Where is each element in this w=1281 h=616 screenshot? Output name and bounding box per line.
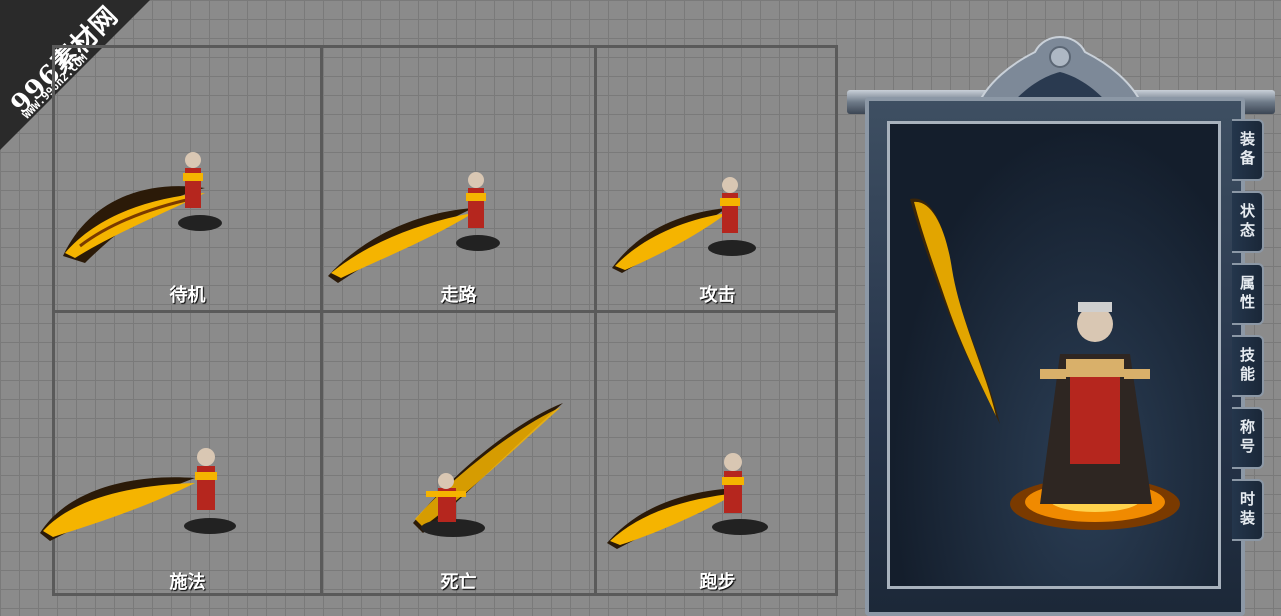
panel-frame [865,97,1245,616]
cell-label: 跑步 [699,572,736,593]
character-sprite [184,448,236,534]
tab-status[interactable]: 状态 [1232,191,1264,253]
character-sprite [708,177,756,256]
character-panel: 装备 状态 属性 技能 称号 时装 [847,22,1275,616]
cell-label: 施法 [169,572,206,593]
cell-label: 走路 [440,285,477,306]
cell-cast[interactable]: 施法 [40,313,320,596]
cell-idle[interactable]: 待机 [55,48,320,310]
cell-label: 攻击 [699,285,736,306]
cell-label: 死亡 [440,572,477,593]
tab-skills[interactable]: 技能 [1232,335,1264,397]
cell-attack[interactable]: 攻击 [597,48,838,310]
character-view [887,121,1221,589]
character-preview [910,198,1180,530]
animation-grid: 待机 走路 攻击 施法 死亡 跑步 [40,45,838,596]
character-sprite [421,473,485,537]
character-sprite [712,453,768,535]
cell-walk[interactable]: 走路 [323,48,594,310]
character-sprite [178,152,222,231]
panel-tabs: 装备 状态 属性 技能 称号 时装 [1232,119,1270,551]
tab-attributes[interactable]: 属性 [1232,263,1264,325]
cell-run[interactable]: 跑步 [597,313,838,596]
tab-fashion[interactable]: 时装 [1232,479,1264,541]
tab-equipment[interactable]: 装备 [1232,119,1264,181]
tab-titles[interactable]: 称号 [1232,407,1264,469]
cell-label: 待机 [169,285,206,306]
character-sprite [456,172,500,251]
cell-death[interactable]: 死亡 [323,313,594,596]
